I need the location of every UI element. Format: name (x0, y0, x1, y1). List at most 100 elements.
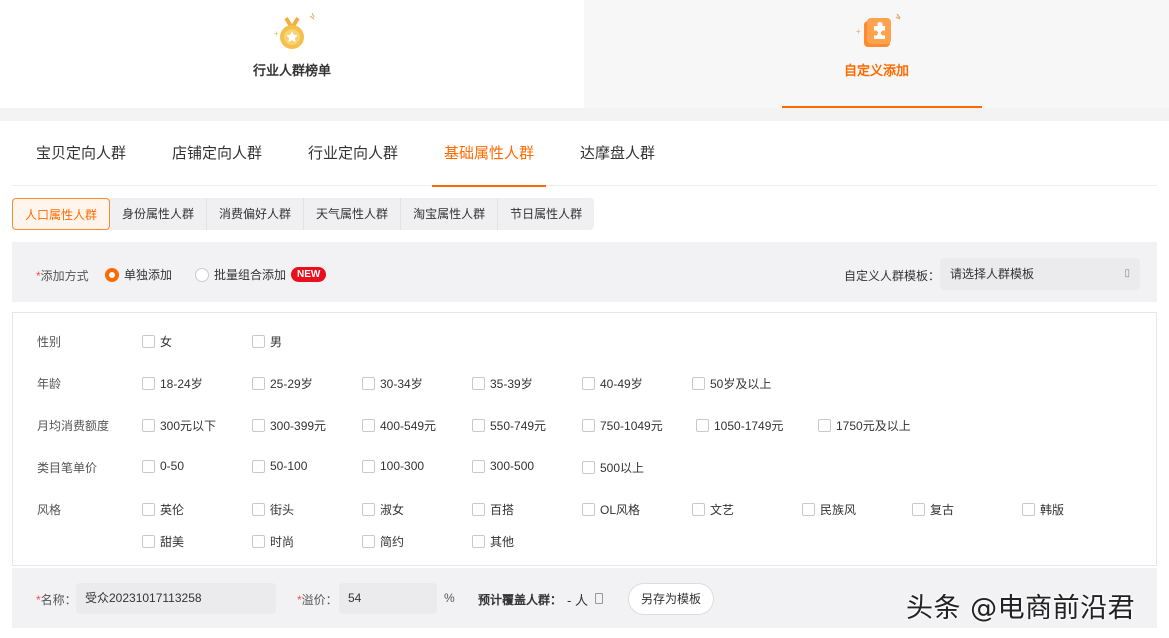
subtab-demographic[interactable]: 人口属性人群 (12, 198, 111, 230)
tab-industry-ranking[interactable]: + 行业人群榜单 (0, 0, 584, 108)
checkbox-label: 30-34岁 (380, 377, 423, 391)
checkbox-box (362, 377, 375, 390)
checkbox-age[interactable]: 18-24岁 (142, 375, 203, 392)
checkbox-label: 民族风 (820, 503, 857, 517)
checkbox-style[interactable]: OL风格 (582, 501, 640, 518)
premium-label-text: 溢价： (301, 593, 338, 607)
checkbox-style[interactable]: 复古 (912, 501, 954, 518)
checkbox-spend[interactable]: 1750元及以上 (818, 417, 911, 434)
checkbox-box (252, 419, 265, 432)
name-label: *名称： (36, 591, 77, 608)
checkbox-age[interactable]: 50岁及以上 (692, 375, 771, 392)
tab-shop-targeting[interactable]: 店铺定向人群 (172, 121, 262, 186)
checkbox-label: 40-49岁 (600, 377, 643, 391)
checkbox-style[interactable]: 时尚 (252, 533, 294, 550)
checkbox-label: 女 (160, 335, 173, 349)
watermark: 头条 @电商前沿君 (906, 593, 1136, 624)
checkbox-box (252, 503, 265, 516)
checkbox-label: 25-29岁 (270, 377, 313, 391)
name-label-text: 名称： (40, 593, 77, 607)
checkbox-female[interactable]: 女 (142, 333, 172, 350)
checkbox-style[interactable]: 民族风 (802, 501, 856, 518)
checkbox-price[interactable]: 300-500 (472, 459, 534, 473)
checkbox-style[interactable]: 甜美 (142, 533, 184, 550)
checkbox-spend[interactable]: 300-399元 (252, 417, 326, 434)
checkbox-label: 其他 (490, 535, 515, 549)
tab-damopan[interactable]: 达摩盘人群 (580, 121, 655, 186)
chevron-down-icon: ▯ (1124, 268, 1130, 279)
radio-batch-add[interactable]: 批量组合添加 NEW (195, 266, 327, 283)
info-icon[interactable] (595, 593, 603, 604)
save-as-template-button[interactable]: 另存为模板 (628, 583, 714, 615)
checkbox-age[interactable]: 35-39岁 (472, 375, 533, 392)
subtab-consumption[interactable]: 消费偏好人群 (207, 198, 305, 230)
checkbox-label: 百搭 (490, 503, 515, 517)
tab-basic-attributes[interactable]: 基础属性人群 (431, 121, 547, 187)
mode-tabs: + 行业人群榜单 + 自定义添加 (0, 0, 1169, 108)
template-placeholder: 请选择人群模板 (950, 267, 1035, 281)
tab-item-targeting[interactable]: 宝贝定向人群 (36, 121, 126, 186)
checkbox-style[interactable]: 其他 (472, 533, 514, 550)
checkbox-style[interactable]: 英伦 (142, 501, 184, 518)
add-method-label: *添加方式 (36, 267, 89, 284)
checkbox-label: 1750元及以上 (836, 419, 911, 433)
checkbox-box (582, 503, 595, 516)
new-badge: NEW (291, 267, 327, 282)
checkbox-style[interactable]: 韩版 (1022, 501, 1064, 518)
checkbox-label: 550-749元 (490, 419, 547, 433)
checkbox-label: 300-399元 (270, 419, 327, 433)
name-input[interactable]: 受众20231017113258 (76, 583, 276, 614)
checkbox-price[interactable]: 0-50 (142, 459, 184, 473)
checkbox-spend[interactable]: 750-1049元 (582, 417, 663, 434)
radio-single-add[interactable]: 单独添加 (105, 266, 172, 283)
checkbox-label: 500以上 (600, 461, 645, 475)
checkbox-style[interactable]: 百搭 (472, 501, 514, 518)
subtab-weather[interactable]: 天气属性人群 (304, 198, 402, 230)
checkbox-spend[interactable]: 1050-1749元 (696, 417, 783, 434)
subtab-taobao[interactable]: 淘宝属性人群 (401, 198, 499, 230)
radio-label: 批量组合添加 (214, 268, 287, 282)
checkbox-age[interactable]: 25-29岁 (252, 375, 313, 392)
checkbox-box (142, 535, 155, 548)
checkbox-age[interactable]: 40-49岁 (582, 375, 643, 392)
checkbox-style[interactable]: 简约 (362, 533, 404, 550)
checkbox-spend[interactable]: 300元以下 (142, 417, 216, 434)
checkbox-box (252, 377, 265, 390)
checkbox-male[interactable]: 男 (252, 333, 282, 350)
checkbox-style[interactable]: 街头 (252, 501, 294, 518)
checkbox-box (362, 535, 375, 548)
svg-text:+: + (856, 27, 861, 36)
checkbox-label: 18-24岁 (160, 377, 203, 391)
checkbox-box (472, 419, 485, 432)
checkbox-box (252, 335, 265, 348)
checkbox-price[interactable]: 50-100 (252, 459, 307, 473)
radio-label: 单独添加 (124, 268, 173, 282)
checkbox-box (362, 459, 375, 473)
checkbox-spend[interactable]: 550-749元 (472, 417, 546, 434)
subtab-holiday[interactable]: 节日属性人群 (498, 198, 594, 230)
checkbox-box (142, 459, 155, 473)
checkbox-label: 400-549元 (380, 419, 437, 433)
checkbox-label: 750-1049元 (600, 419, 663, 433)
template-select[interactable]: 请选择人群模板 ▯ (940, 258, 1140, 290)
checkbox-label: 100-300 (380, 459, 425, 473)
subtab-identity[interactable]: 身份属性人群 (110, 198, 208, 230)
checkbox-style[interactable]: 文艺 (692, 501, 734, 518)
tab-custom-add[interactable]: + 自定义添加 (584, 0, 1169, 108)
checkbox-label: 0-50 (160, 459, 185, 473)
checkbox-spend[interactable]: 400-549元 (362, 417, 436, 434)
checkbox-price[interactable]: 500以上 (582, 459, 644, 476)
tab-industry-targeting[interactable]: 行业定向人群 (308, 121, 398, 186)
premium-input[interactable]: 54 (339, 583, 437, 614)
checkbox-box (582, 377, 595, 390)
template-label: 自定义人群模板： (844, 269, 941, 283)
checkbox-style[interactable]: 淑女 (362, 501, 404, 518)
checkbox-age[interactable]: 30-34岁 (362, 375, 423, 392)
checkbox-box (582, 419, 595, 432)
puzzle-icon: + (856, 13, 900, 47)
checkbox-box (696, 419, 709, 432)
checkbox-label: 男 (270, 335, 283, 349)
checkbox-label: 甜美 (160, 535, 185, 549)
checkbox-label: 文艺 (710, 503, 735, 517)
checkbox-price[interactable]: 100-300 (362, 459, 424, 473)
